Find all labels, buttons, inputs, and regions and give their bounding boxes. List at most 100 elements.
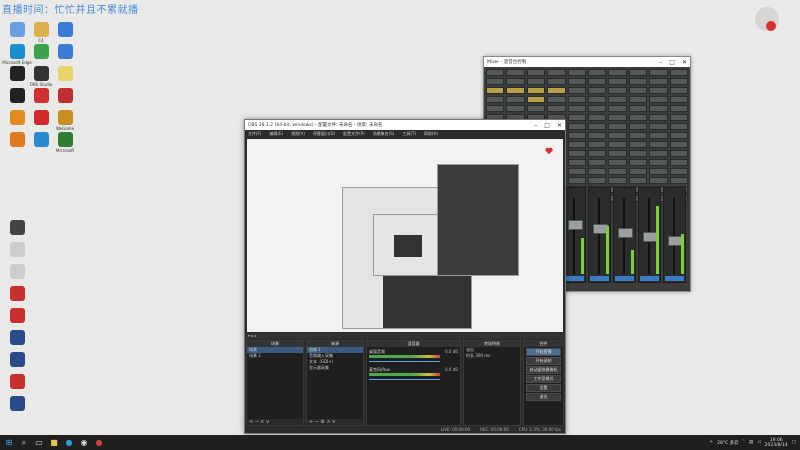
mixer-button[interactable] xyxy=(486,105,505,112)
mixer-button[interactable] xyxy=(608,150,627,157)
mixer-button[interactable] xyxy=(669,69,689,76)
desktop-icon[interactable]: WeGame xyxy=(48,110,82,131)
mixer-button[interactable] xyxy=(567,105,587,112)
mixer-button[interactable] xyxy=(628,177,648,184)
edge-icon[interactable]: ● xyxy=(63,437,75,449)
mixer-button[interactable] xyxy=(588,114,607,121)
mixer-fader-strip[interactable] xyxy=(663,187,686,283)
mixer-button[interactable] xyxy=(649,123,668,130)
obs-menu-item[interactable]: 停靠窗口(D) xyxy=(313,131,335,137)
mixer-button[interactable] xyxy=(649,141,668,148)
obs-titlebar[interactable]: OBS 28.1.2 (64-bit, windows) - 配置文件: 未命名… xyxy=(245,120,565,130)
mixer-button[interactable] xyxy=(486,96,505,103)
mixer-button[interactable] xyxy=(547,87,566,94)
mixer-button[interactable] xyxy=(608,123,627,130)
mixer-button[interactable] xyxy=(628,150,648,157)
mixer-fader-strip[interactable] xyxy=(613,187,636,283)
mixer-button[interactable] xyxy=(628,159,648,166)
mixer-button[interactable] xyxy=(608,78,627,85)
close-icon[interactable]: ✕ xyxy=(682,59,687,66)
obs-menu-item[interactable]: 场景集合(S) xyxy=(373,131,395,137)
desktop-icon[interactable] xyxy=(0,242,34,258)
mixer-button[interactable] xyxy=(608,168,627,175)
mixer-button[interactable] xyxy=(608,177,627,184)
mixer-button[interactable] xyxy=(567,69,587,76)
control-button[interactable]: 设置 xyxy=(526,384,561,392)
mixer-button[interactable] xyxy=(628,114,648,121)
mixer-button[interactable] xyxy=(628,87,648,94)
mixer-button[interactable] xyxy=(567,177,587,184)
mixer-button[interactable] xyxy=(567,96,587,103)
maximize-icon[interactable]: □ xyxy=(669,59,675,66)
mixer-button[interactable] xyxy=(628,132,648,139)
desktop-icon[interactable] xyxy=(0,330,34,346)
mixer-button[interactable] xyxy=(628,168,648,175)
fader-knob[interactable] xyxy=(568,220,583,230)
mixer-button[interactable] xyxy=(588,132,607,139)
control-button[interactable]: 开始录制 xyxy=(526,357,561,365)
mixer-button[interactable] xyxy=(567,168,587,175)
volume-icon[interactable]: ◁ xyxy=(757,440,760,445)
desktop-icon[interactable] xyxy=(48,66,82,82)
mixer-button[interactable] xyxy=(608,114,627,121)
search-icon[interactable]: ⌕ xyxy=(18,437,30,449)
mixer-button[interactable] xyxy=(649,114,668,121)
obs-window[interactable]: OBS 28.1.2 (64-bit, windows) - 配置文件: 未命名… xyxy=(244,119,566,434)
fader-knob[interactable] xyxy=(618,228,633,238)
desktop-icon[interactable] xyxy=(0,374,34,390)
mixer-button[interactable] xyxy=(526,96,546,103)
mixer-button[interactable] xyxy=(588,168,607,175)
control-button[interactable]: 开始直播 xyxy=(526,348,561,356)
mixer-button[interactable] xyxy=(649,177,668,184)
mixer-button[interactable] xyxy=(628,105,648,112)
mixer-button[interactable] xyxy=(526,105,546,112)
scenes-footer[interactable]: + − ∧ ∨ xyxy=(247,419,303,425)
mixer-fader-strip[interactable] xyxy=(563,187,586,283)
mixer-button[interactable] xyxy=(628,78,648,85)
mixer-button[interactable] xyxy=(628,123,648,130)
mixer-button[interactable] xyxy=(588,96,607,103)
transition-duration[interactable]: 时长 300 ms xyxy=(464,353,520,359)
mixer-button[interactable] xyxy=(567,87,587,94)
minimize-icon[interactable]: – xyxy=(534,122,537,129)
mixer-button[interactable] xyxy=(588,150,607,157)
mixer-button[interactable] xyxy=(608,87,627,94)
mixer-button[interactable] xyxy=(526,87,546,94)
desktop-icon[interactable] xyxy=(48,88,82,104)
obs-menu-item[interactable]: 视图(V) xyxy=(291,131,305,137)
mixer-button[interactable] xyxy=(669,159,689,166)
mixer-button[interactable] xyxy=(526,78,546,85)
mixer-button[interactable] xyxy=(608,141,627,148)
mixer-button[interactable] xyxy=(567,114,587,121)
mixer-button[interactable] xyxy=(547,78,566,85)
obs-menu-item[interactable]: 帮助(H) xyxy=(424,131,438,137)
mixer-button[interactable] xyxy=(608,159,627,166)
mixer-button[interactable] xyxy=(547,105,566,112)
control-button[interactable]: 启动虚拟摄像机 xyxy=(526,366,561,374)
mixer-button[interactable] xyxy=(506,78,525,85)
file-explorer-icon[interactable]: ■ xyxy=(48,437,60,449)
desktop-icon[interactable] xyxy=(0,352,34,368)
mixer-button[interactable] xyxy=(486,78,505,85)
mixer-button[interactable] xyxy=(506,105,525,112)
mixer-button[interactable] xyxy=(649,150,668,157)
mixer-button[interactable] xyxy=(669,105,689,112)
mixer-button[interactable] xyxy=(588,78,607,85)
mixer-button[interactable] xyxy=(649,168,668,175)
mixer-button[interactable] xyxy=(649,96,668,103)
mixer-button[interactable] xyxy=(567,78,587,85)
mixer-button[interactable] xyxy=(486,69,505,76)
mixer-button[interactable] xyxy=(649,78,668,85)
mixer-button[interactable] xyxy=(608,96,627,103)
mixer-button[interactable] xyxy=(669,141,689,148)
obs-menu-item[interactable]: 工具(T) xyxy=(402,131,416,137)
mixer-titlebar[interactable]: Mixer - 混音台控制 – □ ✕ xyxy=(484,57,690,67)
source-item[interactable]: 显示器采集 xyxy=(307,365,363,371)
volume-slider[interactable] xyxy=(369,379,440,380)
sources-footer[interactable]: + − ⚙ ∧ ∨ xyxy=(307,419,363,425)
mixer-button[interactable] xyxy=(628,141,648,148)
mixer-button[interactable] xyxy=(506,69,525,76)
mixer-fader-strip[interactable] xyxy=(638,187,661,283)
mixer-button[interactable] xyxy=(628,96,648,103)
mixer-button[interactable] xyxy=(669,132,689,139)
